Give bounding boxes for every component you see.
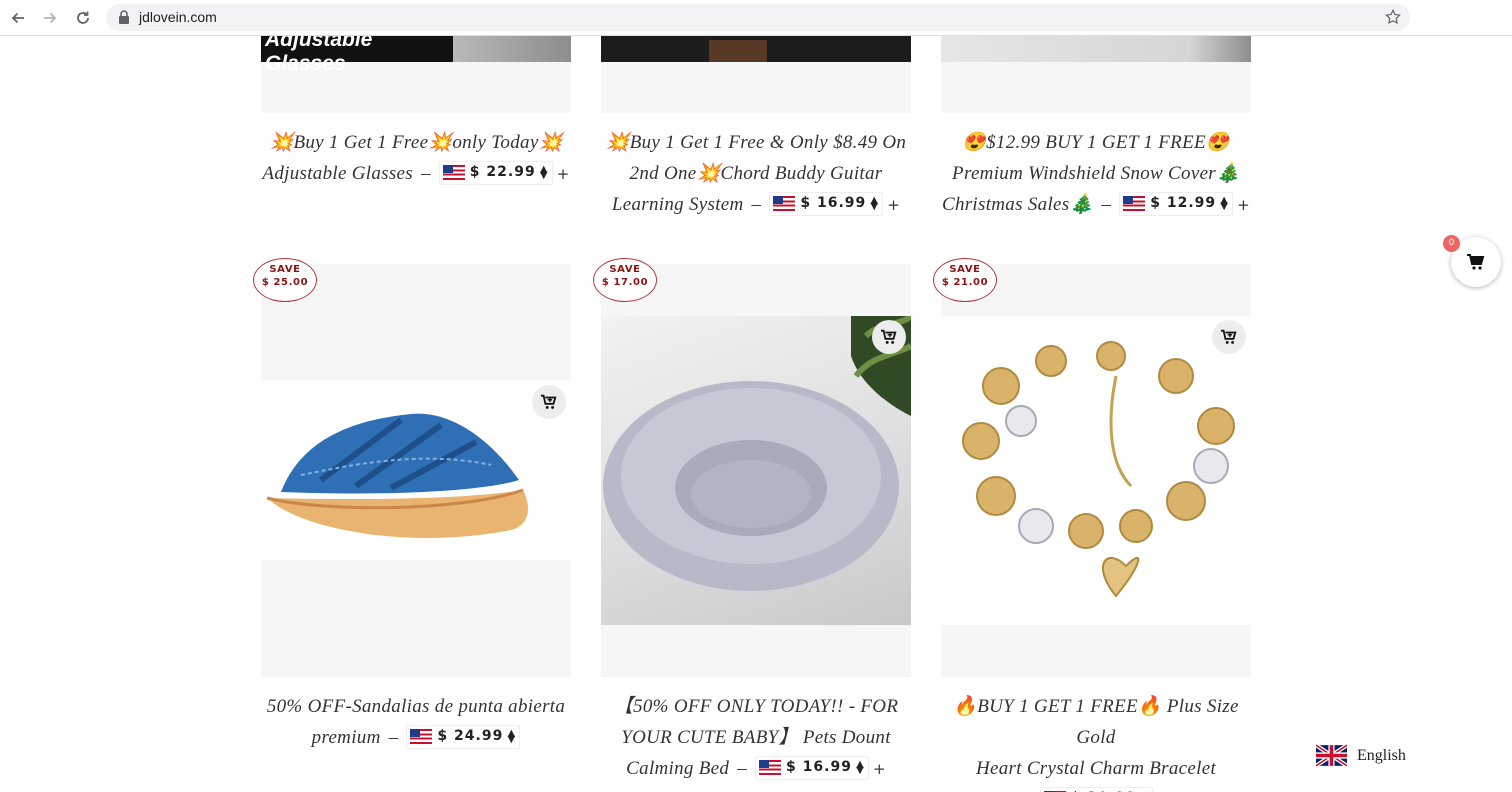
- product-image[interactable]: [601, 36, 911, 113]
- save-badge: SAVE $ 17.00: [593, 258, 657, 302]
- forward-button[interactable]: [39, 7, 61, 29]
- price-selector[interactable]: $ 16.99 ▲ ▼: [755, 755, 869, 780]
- arrow-left-icon: [11, 12, 24, 24]
- language-selector[interactable]: English: [1316, 744, 1406, 767]
- browser-toolbar: jdlovein.com: [0, 0, 1512, 36]
- product-title[interactable]: 【50% OFF ONLY TODAY!! - FOR YOUR CUTE BA…: [599, 691, 913, 785]
- address-bar[interactable]: jdlovein.com: [106, 4, 1410, 31]
- sandal-image: [266, 413, 528, 539]
- plus-icon[interactable]: +: [557, 165, 570, 183]
- bracelet-image: [962, 341, 1235, 598]
- product-title[interactable]: 🔥BUY 1 GET 1 FREE🔥 Plus Size Gold Heart …: [939, 691, 1253, 792]
- floating-cart-button[interactable]: 0: [1443, 235, 1501, 287]
- save-badge: SAVE $ 21.00: [933, 258, 997, 302]
- save-badge: SAVE $ 25.00: [253, 258, 317, 302]
- product-title[interactable]: 💥Buy 1 Get 1 Free & Only $8.49 On 2nd On…: [599, 127, 913, 221]
- cart-count-badge: 0: [1443, 235, 1460, 252]
- product-image[interactable]: [601, 264, 911, 677]
- us-flag-icon: [1123, 196, 1146, 212]
- price-selector[interactable]: $ 16.99 ▲ ▼: [769, 191, 884, 216]
- pet-bed-image: [603, 313, 911, 591]
- uk-flag-icon: [1316, 744, 1347, 767]
- image-photo: [453, 36, 571, 62]
- price-selector[interactable]: $ 12.99 ▲ ▼: [1119, 191, 1234, 216]
- add-to-cart-button[interactable]: [872, 320, 906, 354]
- image-caption: Adjustable Glasses: [265, 36, 373, 75]
- us-flag-icon: [773, 196, 796, 212]
- sort-arrows-icon: ▲ ▼: [870, 194, 880, 212]
- product-title[interactable]: 😍$12.99 BUY 1 GET 1 FREE😍 Premium Windsh…: [939, 127, 1253, 221]
- lock-icon: [119, 10, 129, 24]
- back-button[interactable]: [7, 7, 29, 29]
- sort-arrows-icon: ▲ ▼: [1220, 194, 1229, 212]
- url-text: jdlovein.com: [139, 9, 217, 25]
- image-photo: [941, 36, 1251, 62]
- product-image[interactable]: Adjustable Glasses: [261, 36, 571, 113]
- price-selector[interactable]: $ 24.99 ▲ ▼: [406, 724, 521, 749]
- star-icon[interactable]: [1384, 8, 1402, 26]
- product-image[interactable]: [261, 264, 571, 677]
- price-selector[interactable]: $ 22.99 ▲ ▼: [438, 160, 553, 185]
- product-image[interactable]: [941, 264, 1251, 677]
- product-title[interactable]: 💥Buy 1 Get 1 Free💥only Today💥 Adjustable…: [259, 127, 573, 190]
- arrow-right-icon: [44, 12, 57, 24]
- sort-arrows-icon: ▲ ▼: [507, 727, 517, 745]
- sort-arrows-icon: ▲ ▼: [856, 758, 865, 776]
- image-photo: [601, 36, 911, 62]
- plus-icon[interactable]: +: [1237, 196, 1250, 214]
- product-image[interactable]: [941, 36, 1251, 113]
- add-to-cart-icon: [1220, 329, 1237, 344]
- us-flag-icon: [442, 165, 465, 181]
- sort-arrows-icon: ▲ ▼: [539, 163, 549, 181]
- shopping-cart-icon: [1467, 254, 1485, 270]
- us-flag-icon: [759, 760, 782, 776]
- image-banner: Adjustable Glasses: [261, 36, 453, 75]
- plus-icon[interactable]: +: [873, 760, 886, 778]
- add-to-cart-icon: [540, 394, 557, 409]
- language-label: English: [1357, 746, 1406, 764]
- reload-icon: [77, 11, 89, 24]
- add-to-cart-button[interactable]: [532, 385, 566, 419]
- add-to-cart-icon: [880, 329, 897, 344]
- price-selector[interactable]: $ 20.99▲▼: [1039, 786, 1154, 792]
- plus-icon[interactable]: +: [887, 196, 900, 214]
- us-flag-icon: [410, 729, 433, 745]
- add-to-cart-button[interactable]: [1212, 320, 1246, 354]
- product-title[interactable]: 50% OFF-Sandalias de punta abierta premi…: [259, 691, 573, 753]
- reload-button[interactable]: [72, 7, 94, 29]
